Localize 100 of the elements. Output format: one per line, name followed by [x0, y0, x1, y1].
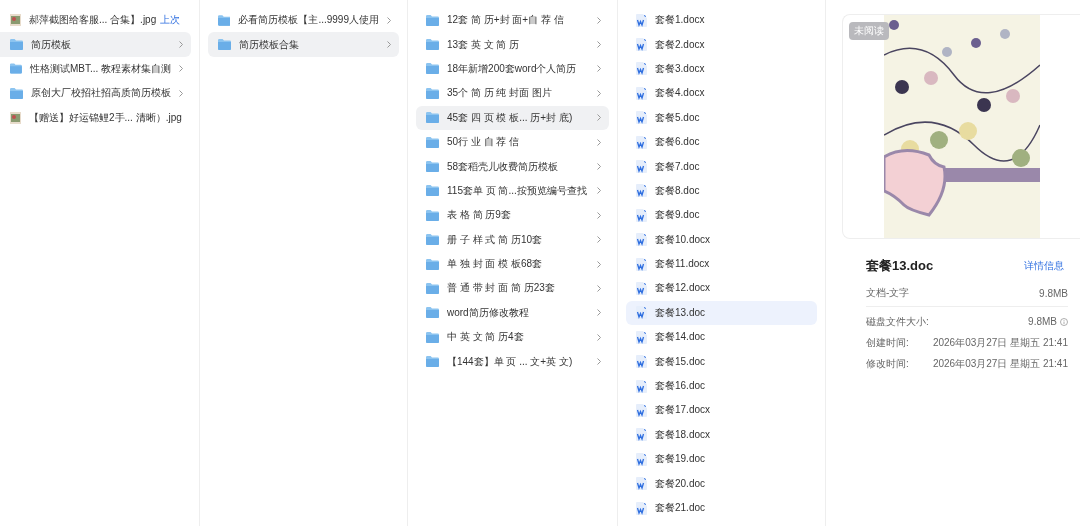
- folder-item[interactable]: 115套单 页 简...按预览编号查找: [416, 178, 609, 204]
- folder-item[interactable]: 12套 简 历+封 面+自 荐 信: [416, 8, 609, 33]
- word-document-icon: [636, 306, 647, 320]
- folder-item[interactable]: 18年新增200套word个人简历: [416, 56, 609, 82]
- file-item[interactable]: 套餐19.doc: [626, 447, 817, 472]
- file-item[interactable]: 套餐18.docx: [626, 422, 817, 448]
- word-document-icon: [636, 208, 647, 222]
- chevron-right-icon: [179, 89, 183, 97]
- folder-item[interactable]: word简历修改教程: [416, 300, 609, 326]
- info-icon: [1060, 317, 1068, 326]
- folder-item[interactable]: 原创大厂校招社招高质简历模板: [0, 81, 191, 106]
- file-item[interactable]: 套餐2.docx: [626, 32, 817, 57]
- folder-item[interactable]: 45套 四 页 模 板... 历+封 底): [416, 105, 609, 130]
- folder-icon: [426, 14, 439, 26]
- folder-item[interactable]: 必看简历模板【主...9999人使用: [208, 8, 399, 33]
- file-item[interactable]: 套餐12.docx: [626, 276, 817, 301]
- property-label: 创建时间:: [866, 335, 909, 350]
- chevron-right-icon: [179, 41, 183, 49]
- folder-icon: [426, 112, 439, 124]
- word-document-icon: [636, 111, 647, 125]
- folder-item[interactable]: 简历模板合集: [208, 32, 399, 57]
- file-item[interactable]: 套餐10.docx: [626, 227, 817, 252]
- chevron-right-icon: [597, 211, 601, 219]
- property-value: 2026年03月27日 星期五 21:41: [932, 335, 1068, 350]
- folder-icon: [426, 331, 439, 343]
- file-item[interactable]: 套餐8.doc: [626, 178, 817, 204]
- folder-icon: [218, 14, 231, 26]
- folder-item[interactable]: 性格测试MBT... 教程素材集自测: [0, 56, 191, 82]
- chevron-right-icon: [387, 41, 391, 49]
- last-opened-label: 上次: [160, 14, 181, 26]
- folder-item[interactable]: 50行 业 自 荐 信: [416, 129, 609, 155]
- folder-item[interactable]: 普 通 带 封 面 简 历23套: [416, 276, 609, 301]
- image-thumbnail-icon: [10, 14, 21, 27]
- property-value: 2026年03月27日 星期五 21:41: [932, 356, 1068, 371]
- chevron-right-icon: [597, 138, 601, 146]
- file-item[interactable]: 套餐9.doc: [626, 203, 817, 228]
- file-item[interactable]: 套餐15.doc: [626, 349, 817, 374]
- file-item[interactable]: 套餐5.doc: [626, 105, 817, 130]
- chevron-right-icon: [597, 41, 601, 49]
- word-document-icon: [636, 38, 647, 52]
- file-item[interactable]: 套餐21.doc: [626, 495, 817, 521]
- folder-item[interactable]: 单 独 封 面 模 板68套: [416, 251, 609, 277]
- file-item[interactable]: 套餐6.doc: [626, 129, 817, 155]
- folder-icon: [426, 258, 439, 270]
- file-item[interactable]: 套餐1.docx: [626, 8, 817, 33]
- folder-icon: [426, 209, 439, 221]
- property-value: 9.8MB: [1028, 316, 1057, 327]
- chevron-right-icon: [597, 333, 601, 341]
- file-item[interactable]: 套餐13.doc: [626, 300, 817, 326]
- file-item[interactable]: 套餐16.doc: [626, 373, 817, 399]
- word-document-icon: [636, 62, 647, 76]
- folder-icon: [10, 87, 23, 99]
- chevron-right-icon: [597, 187, 601, 195]
- folder-item[interactable]: 表 格 简 历9套: [416, 203, 609, 228]
- image-file-item[interactable]: 郝萍截图给客服... 合集】.jpg 上次: [0, 8, 191, 33]
- chevron-right-icon: [597, 114, 601, 122]
- folder-icon: [426, 185, 439, 197]
- file-item[interactable]: 套餐20.doc: [626, 471, 817, 496]
- chevron-right-icon: [387, 16, 391, 24]
- word-document-icon: [636, 135, 647, 149]
- word-document-icon: [636, 13, 647, 27]
- chevron-right-icon: [597, 89, 601, 97]
- folder-item[interactable]: 58套稻壳儿收费简历模板: [416, 154, 609, 179]
- file-item[interactable]: 套餐3.docx: [626, 56, 817, 82]
- image-file-item[interactable]: 【赠送】好运锦鲤2手... 清晰）.jpg: [0, 105, 191, 130]
- folder-icon: [426, 356, 439, 368]
- chevron-right-icon: [597, 260, 601, 268]
- word-document-icon: [636, 355, 647, 369]
- word-document-icon: [636, 86, 647, 100]
- chevron-right-icon: [597, 65, 601, 73]
- folder-item[interactable]: 册 子 样 式 简 历10套: [416, 227, 609, 252]
- image-thumbnail-icon: [10, 111, 21, 124]
- file-item[interactable]: 套餐7.doc: [626, 154, 817, 179]
- folder-item[interactable]: 中 英 文 简 历4套: [416, 325, 609, 350]
- file-item[interactable]: 套餐4.docx: [626, 81, 817, 106]
- chevron-right-icon: [597, 236, 601, 244]
- file-item[interactable]: 套餐14.doc: [626, 325, 817, 350]
- folder-icon: [10, 39, 23, 51]
- file-item[interactable]: 套餐17.docx: [626, 398, 817, 423]
- file-item[interactable]: 套餐11.docx: [626, 251, 817, 277]
- folder-item[interactable]: 【144套】单 页 ... 文+英 文): [416, 349, 609, 374]
- folder-item[interactable]: 简历模板: [0, 32, 191, 57]
- word-document-icon: [636, 501, 647, 515]
- property-label: 磁盘文件大小:: [866, 314, 929, 329]
- chevron-right-icon: [597, 309, 601, 317]
- folder-icon: [218, 39, 231, 51]
- unread-badge: 未阅读: [849, 22, 889, 40]
- word-document-icon: [636, 330, 647, 344]
- word-document-icon: [636, 282, 647, 295]
- chevron-right-icon: [597, 358, 601, 366]
- property-label: 修改时间:: [866, 356, 909, 371]
- chevron-right-icon: [597, 16, 601, 24]
- folder-item[interactable]: 35个 简 历 纯 封面 图片: [416, 81, 609, 106]
- folder-item[interactable]: 13套 英 文 简 历: [416, 32, 609, 57]
- details-link[interactable]: 详情信息: [1024, 259, 1064, 273]
- chevron-right-icon: [597, 285, 601, 292]
- word-document-icon: [636, 233, 647, 247]
- word-document-icon: [636, 184, 647, 198]
- word-document-icon: [636, 257, 647, 271]
- word-document-icon: [636, 428, 647, 442]
